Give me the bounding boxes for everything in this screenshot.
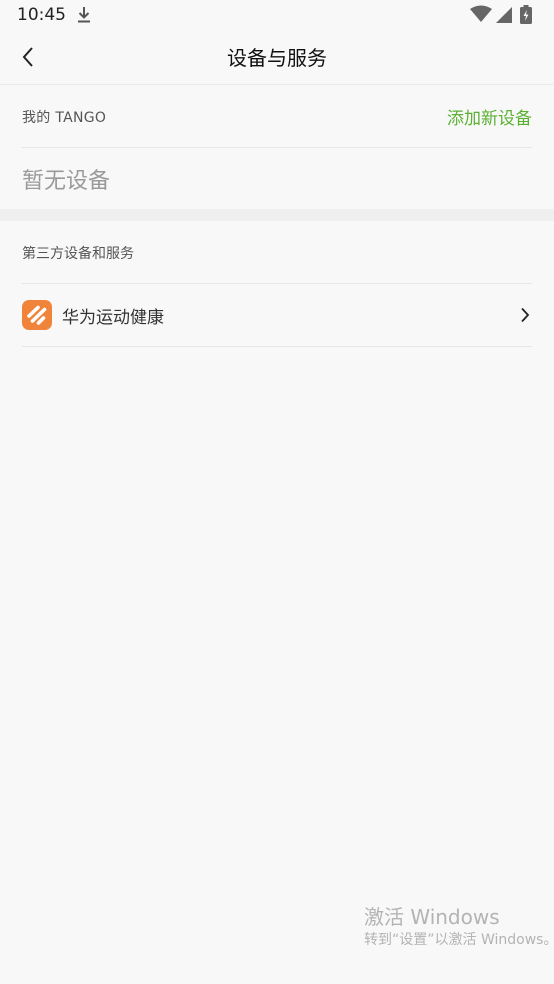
add-device-button[interactable]: 添加新设备 [447,104,532,129]
download-icon [76,6,92,24]
watermark-title: 激活 Windows [364,905,500,929]
my-devices-header: 我的 TANGO 添加新设备 [22,85,532,148]
empty-devices-text: 暂无设备 [22,169,111,194]
page-title: 设备与服务 [227,46,327,70]
header: 设备与服务 [0,30,554,85]
list-item-label: 华为运动健康 [62,308,164,328]
section-divider [0,209,554,221]
third-party-label: 第三方设备和服务 [22,246,134,262]
list-item-huawei-health[interactable]: 华为运动健康 [22,284,532,347]
chevron-right-icon [520,307,530,323]
status-time: 10:45 [17,5,66,25]
third-party-header: 第三方设备和服务 [22,221,532,284]
status-bar: 10:45 [0,0,554,30]
signal-icon [496,7,512,23]
watermark-subtitle: 转到“设置”以激活 Windows。 [364,932,554,948]
huawei-health-icon [22,300,52,330]
my-devices-label: 我的 TANGO [22,110,107,126]
my-devices-section: 我的 TANGO 添加新设备 暂无设备 [0,85,554,209]
battery-icon [520,5,532,24]
status-icons [470,5,540,25]
wifi-icon [470,5,492,23]
windows-activation-watermark: 激活 Windows 转到“设置”以激活 Windows。 [364,904,554,950]
